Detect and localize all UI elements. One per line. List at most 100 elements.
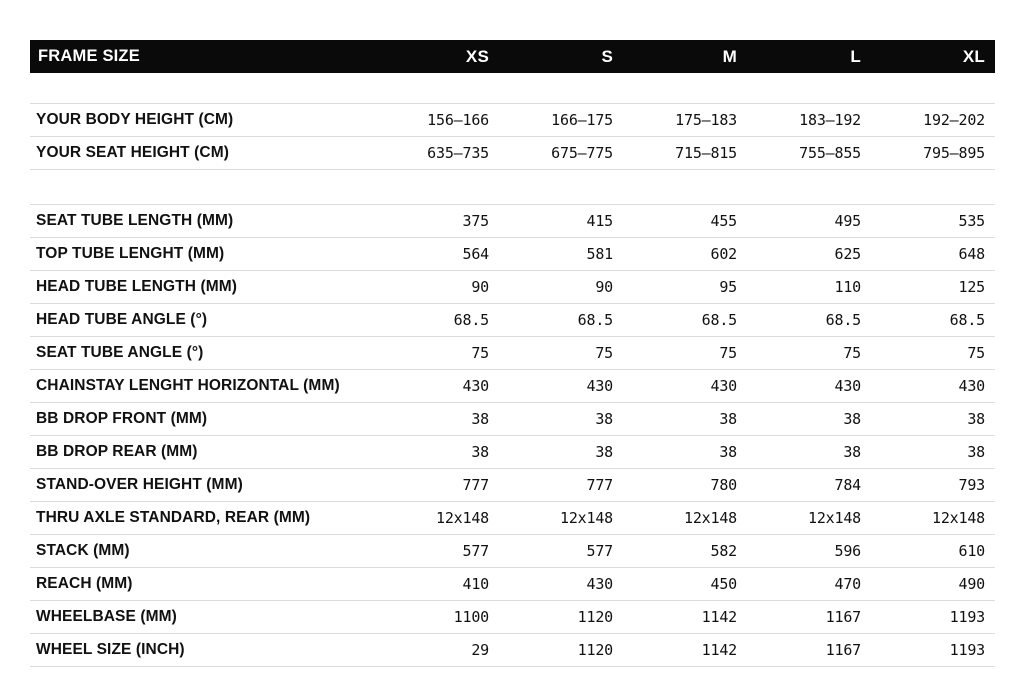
row-value: 777	[499, 468, 623, 502]
table-row: REACH (MM) 410 430 450 470 490	[30, 567, 995, 601]
table-row: HEAD TUBE ANGLE (°) 68.5 68.5 68.5 68.5 68.5	[30, 303, 995, 337]
row-value: 715–815	[623, 136, 747, 170]
row-label: WHEEL SIZE (INCH)	[30, 633, 375, 667]
table-row: TOP TUBE LENGHT (MM) 564 581 602 625 648	[30, 237, 995, 271]
row-value: 455	[623, 204, 747, 238]
table-row: STAND-OVER HEIGHT (MM) 777 777 780 784 793	[30, 468, 995, 502]
spacer-cell	[30, 73, 995, 104]
row-value: 1193	[871, 600, 995, 634]
row-label: SEAT TUBE ANGLE (°)	[30, 336, 375, 370]
table-row: HEAD TUBE LENGTH (MM) 90 90 95 110 125	[30, 270, 995, 304]
geometry-table-container: FRAME SIZE XS S M L XL YOUR BODY HEIGHT …	[30, 40, 995, 667]
row-value: 470	[747, 567, 871, 601]
spacer-row	[30, 170, 995, 205]
row-value: 75	[499, 336, 623, 370]
row-label: SEAT TUBE LENGTH (MM)	[30, 204, 375, 238]
row-value: 68.5	[499, 303, 623, 337]
table-row: SEAT TUBE LENGTH (MM) 375 415 455 495 535	[30, 204, 995, 238]
header-size-xs: XS	[375, 40, 499, 73]
row-value: 1100	[375, 600, 499, 634]
row-value: 38	[375, 435, 499, 469]
row-value: 90	[375, 270, 499, 304]
row-value: 490	[871, 567, 995, 601]
row-value: 793	[871, 468, 995, 502]
row-label: HEAD TUBE ANGLE (°)	[30, 303, 375, 337]
row-value: 38	[623, 435, 747, 469]
row-value: 564	[375, 237, 499, 271]
row-value: 12x148	[623, 501, 747, 535]
table-row: WHEEL SIZE (INCH) 29 1120 1142 1167 1193	[30, 633, 995, 667]
row-value: 430	[871, 369, 995, 403]
row-value: 12x148	[499, 501, 623, 535]
row-value: 38	[747, 435, 871, 469]
row-value: 430	[499, 567, 623, 601]
row-value: 1167	[747, 600, 871, 634]
row-value: 415	[499, 204, 623, 238]
row-value: 780	[623, 468, 747, 502]
table-row: SEAT TUBE ANGLE (°) 75 75 75 75 75	[30, 336, 995, 370]
row-value: 1142	[623, 600, 747, 634]
row-value: 75	[375, 336, 499, 370]
row-value: 68.5	[375, 303, 499, 337]
row-value: 38	[871, 402, 995, 436]
row-value: 1142	[623, 633, 747, 667]
row-value: 602	[623, 237, 747, 271]
row-value: 38	[871, 435, 995, 469]
row-value: 175–183	[623, 103, 747, 137]
table-row: STACK (MM) 577 577 582 596 610	[30, 534, 995, 568]
row-value: 1167	[747, 633, 871, 667]
row-value: 495	[747, 204, 871, 238]
row-value: 596	[747, 534, 871, 568]
row-value: 68.5	[623, 303, 747, 337]
row-value: 110	[747, 270, 871, 304]
row-value: 183–192	[747, 103, 871, 137]
row-value: 375	[375, 204, 499, 238]
row-value: 38	[499, 402, 623, 436]
row-value: 410	[375, 567, 499, 601]
row-value: 577	[499, 534, 623, 568]
table-row: YOUR BODY HEIGHT (CM) 156–166 166–175 175–1…	[30, 103, 995, 137]
table-row: WHEELBASE (MM) 1100 1120 1142 1167 1193	[30, 600, 995, 634]
row-value: 648	[871, 237, 995, 271]
row-label: BB DROP FRONT (MM)	[30, 402, 375, 436]
row-value: 95	[623, 270, 747, 304]
header-size-l: L	[747, 40, 871, 73]
row-label: STACK (MM)	[30, 534, 375, 568]
row-value: 430	[499, 369, 623, 403]
row-value: 1120	[499, 600, 623, 634]
row-value: 582	[623, 534, 747, 568]
row-label: TOP TUBE LENGHT (MM)	[30, 237, 375, 271]
row-value: 38	[623, 402, 747, 436]
row-value: 625	[747, 237, 871, 271]
table-row: THRU AXLE STANDARD, REAR (MM) 12x148 12x14…	[30, 501, 995, 535]
row-value: 430	[623, 369, 747, 403]
row-value: 68.5	[747, 303, 871, 337]
row-value: 38	[375, 402, 499, 436]
row-value: 68.5	[871, 303, 995, 337]
row-value: 38	[499, 435, 623, 469]
frame-geometry-table: FRAME SIZE XS S M L XL YOUR BODY HEIGHT …	[30, 40, 995, 667]
row-value: 156–166	[375, 103, 499, 137]
row-value: 581	[499, 237, 623, 271]
row-value: 635–735	[375, 136, 499, 170]
row-value: 430	[375, 369, 499, 403]
row-label: YOUR SEAT HEIGHT (CM)	[30, 136, 375, 170]
row-value: 166–175	[499, 103, 623, 137]
row-value: 29	[375, 633, 499, 667]
row-value: 1193	[871, 633, 995, 667]
row-value: 75	[747, 336, 871, 370]
row-label: HEAD TUBE LENGTH (MM)	[30, 270, 375, 304]
row-label: THRU AXLE STANDARD, REAR (MM)	[30, 501, 375, 535]
row-label: BB DROP REAR (MM)	[30, 435, 375, 469]
table-row: YOUR SEAT HEIGHT (CM) 635–735 675–775 715–8…	[30, 136, 995, 170]
header-size-xl: XL	[871, 40, 995, 73]
row-value: 12x148	[747, 501, 871, 535]
row-label: STAND-OVER HEIGHT (MM)	[30, 468, 375, 502]
row-value: 75	[623, 336, 747, 370]
row-value: 577	[375, 534, 499, 568]
table-row: BB DROP FRONT (MM) 38 38 38 38 38	[30, 402, 995, 436]
row-value: 125	[871, 270, 995, 304]
row-value: 755–855	[747, 136, 871, 170]
row-label: CHAINSTAY LENGHT HORIZONTAL (MM)	[30, 369, 375, 403]
row-value: 450	[623, 567, 747, 601]
